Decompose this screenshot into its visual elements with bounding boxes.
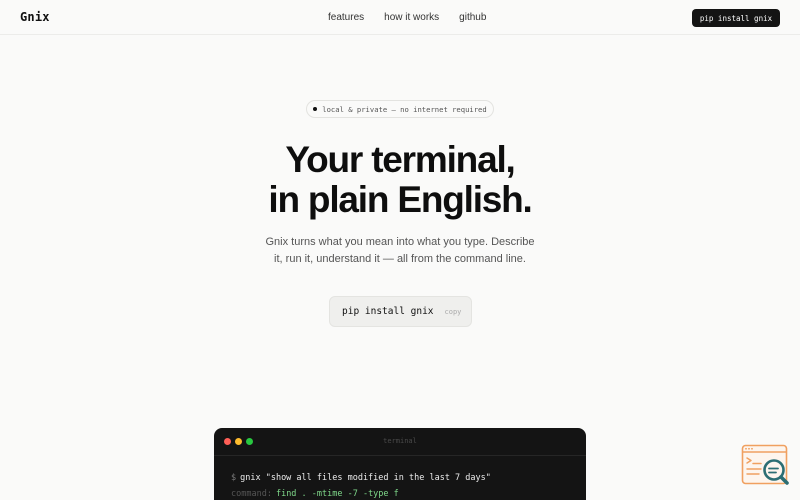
terminal-title: terminal [383, 437, 417, 445]
hero-subtitle-line-1: Gnix turns what you mean into what you t… [265, 236, 535, 248]
nav-link-features[interactable]: features [328, 12, 364, 23]
install-command-box[interactable]: pip install gnix copy [329, 296, 472, 327]
search-document-icon-graphic [741, 444, 789, 485]
install-command-text: pip install gnix [342, 306, 434, 317]
hero-title-line-1: Your terminal, [285, 139, 515, 180]
logo[interactable]: Gnix [20, 10, 50, 24]
hero-title-line-2: in plain English. [268, 179, 532, 220]
terminal-input-line: $ gnix "show all files modified in the la… [231, 473, 491, 483]
privacy-badge: local & private — no internet required [306, 100, 494, 118]
top-nav: Gnix features how it works github pip in… [0, 0, 800, 35]
terminal-user-command: gnix "show all files modified in the las… [240, 473, 491, 483]
terminal-generated-command: find . -mtime -7 -type f [275, 489, 399, 499]
terminal-command-label: command: [231, 489, 272, 499]
copy-button[interactable]: copy [445, 308, 462, 316]
hero-subtitle: Gnix turns what you mean into what you t… [250, 234, 550, 268]
terminal-prompt: $ [231, 473, 237, 483]
badge-text: local & private — no internet required [322, 104, 487, 114]
terminal-output-line: command: find . -mtime -7 -type f [231, 489, 399, 499]
hero-title: Your terminal, in plain English. [0, 140, 800, 220]
search-document-icon[interactable] [741, 444, 791, 488]
nav-link-github[interactable]: github [459, 12, 486, 23]
hero-subtitle-line-2: it, run it, understand it — all from the… [274, 253, 526, 265]
terminal-window: terminal $ gnix "show all files modified … [214, 428, 586, 500]
nav-links: features how it works github [328, 12, 506, 23]
install-cta-button[interactable]: pip install gnix [692, 9, 780, 27]
terminal-titlebar: terminal [214, 428, 586, 456]
nav-link-how-it-works[interactable]: how it works [384, 12, 439, 23]
badge-dot-icon [313, 107, 318, 111]
